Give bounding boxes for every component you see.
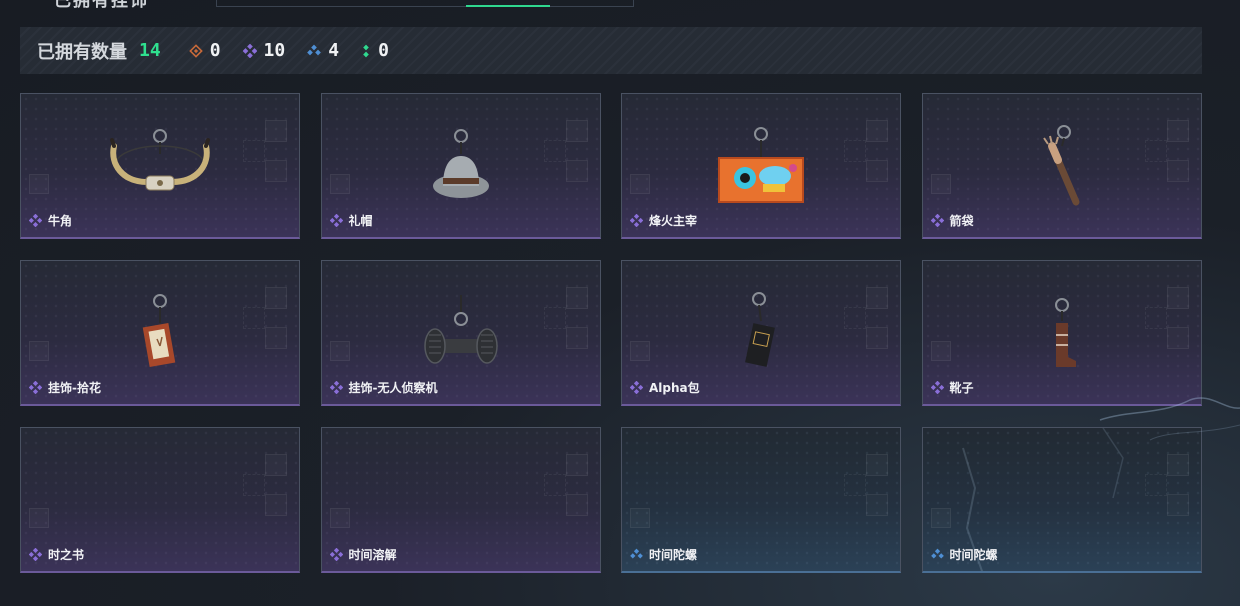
purple-diamond-icon [630,214,643,227]
pendant-name: 时之书 [48,548,85,562]
card-label: 牛角 [29,212,72,229]
active-tab-indicator [466,5,550,7]
boot-icon [1054,298,1076,367]
purple-diamond-icon [329,548,343,561]
pendant-grid: 牛角 礼帽 烽火主宰 箭袋 挂饰-拾花 挂饰-无人侦察机 Alpha包 靴子 时… [20,93,1202,573]
blue-diamond-icon [630,548,643,559]
pendant-name: 时间陀螺 [649,548,698,562]
picture-frame-icon [142,294,176,367]
pendant-name: 箭袋 [949,214,974,228]
rarity-orange: 0 [188,40,221,61]
pendant-name: 牛角 [48,214,73,228]
rarity-purple-count: 10 [263,40,286,61]
pendant-card-flower-pickup[interactable]: 挂饰-拾花 [20,260,300,406]
pendant-card-alpha-pack[interactable]: Alpha包 [621,260,901,406]
purple-diamond-icon [329,381,343,394]
recon-drone-icon [423,295,498,364]
orange-diamond-icon [188,43,203,58]
pendant-card-beacon[interactable]: 烽火主宰 [621,93,901,239]
fedora-hat-icon [432,129,489,198]
card-label: 挂饰-拾花 [29,379,101,396]
pendant-card-quiver[interactable]: 箭袋 [921,93,1202,239]
tab-bar[interactable] [216,0,634,7]
rarity-green-count: 0 [378,40,389,61]
pendant-card-horns[interactable]: 牛角 [20,93,300,239]
purple-diamond-icon [242,43,257,58]
pendant-name: 礼帽 [348,214,373,228]
card-label: 烽火主宰 [630,212,697,229]
card-label: 箭袋 [930,212,974,229]
graffiti-sign-icon [718,127,804,203]
pendant-name: 挂饰-拾花 [48,381,101,395]
owned-count-bar: 已拥有数量 14 0 10 4 0 [20,27,1202,74]
card-label: Alpha包 [630,379,700,396]
horns-pendant-icon [110,129,210,191]
card-label: 时间陀螺 [930,546,998,563]
green-dots-icon [363,44,369,57]
card-label: 时间溶解 [329,546,397,563]
purple-diamond-icon [930,381,944,394]
card-label: 时之书 [29,546,84,563]
purple-diamond-icon [630,381,643,394]
pendant-card-boots[interactable]: 靴子 [921,260,1202,406]
rarity-purple: 10 [242,40,286,61]
card-label: 靴子 [930,379,974,396]
page-title: 已拥有挂饰 [54,0,149,11]
pendant-card-time-top-1[interactable]: 时间陀螺 [621,427,901,573]
pendant-name: 时间陀螺 [949,548,998,562]
pendant-card-book-of-time[interactable]: 时之书 [20,427,300,573]
pendant-card-hat[interactable]: 礼帽 [320,93,601,239]
purple-diamond-icon [29,381,42,394]
purple-diamond-icon [29,214,42,227]
owned-count-label: 已拥有数量 [37,41,127,63]
pendant-card-time-top-2[interactable]: 时间陀螺 [921,427,1202,573]
rarity-green: 0 [361,40,389,61]
pendant-name: 靴子 [949,381,974,395]
alpha-pack-icon [745,292,775,367]
card-label: 挂饰-无人侦察机 [329,379,438,396]
blue-diamond-icon [930,548,944,559]
rarity-blue-count: 4 [328,40,340,61]
pendant-card-recon-drone[interactable]: 挂饰-无人侦察机 [320,260,601,406]
rarity-blue: 4 [307,40,339,61]
blue-diamond-icon [307,44,322,55]
pendant-card-time-dissolve[interactable]: 时间溶解 [320,427,601,573]
pendant-name: 烽火主宰 [649,214,698,228]
purple-diamond-icon [930,214,944,227]
quiver-icon [1042,125,1079,206]
card-label: 礼帽 [329,212,373,229]
pendant-name: 挂饰-无人侦察机 [348,381,438,395]
purple-diamond-icon [329,214,343,227]
card-label: 时间陀螺 [630,546,697,563]
purple-diamond-icon [29,548,42,561]
rarity-orange-count: 0 [209,40,221,61]
pendant-name: Alpha包 [649,381,700,395]
pendant-name: 时间溶解 [348,548,397,562]
owned-count-total: 14 [139,40,161,61]
